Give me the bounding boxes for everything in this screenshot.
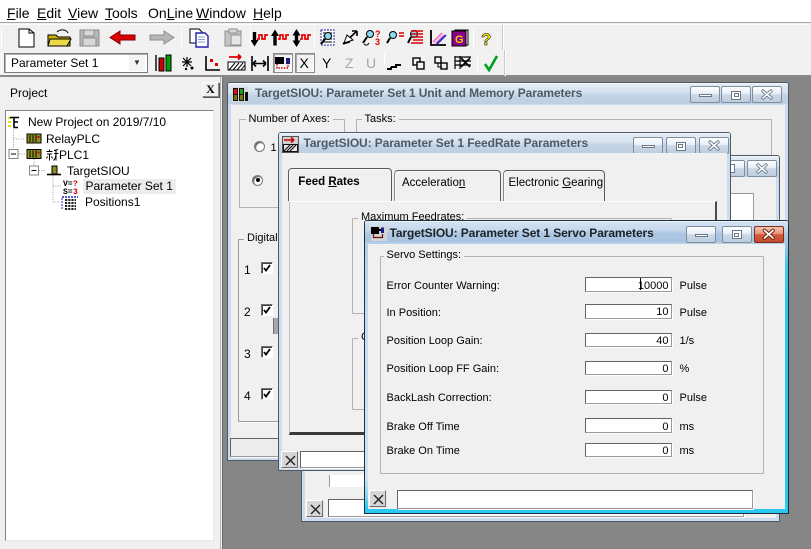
svg-text:Y: Y: [322, 55, 332, 71]
svg-text:Z: Z: [345, 55, 354, 71]
svg-text:X: X: [300, 55, 310, 71]
svg-text:3: 3: [375, 37, 380, 47]
svg-text:S=: S=: [63, 188, 73, 197]
svg-text:3: 3: [73, 188, 78, 197]
svg-text:U: U: [366, 55, 376, 71]
svg-text:?: ?: [481, 30, 491, 49]
svg-text:G: G: [455, 34, 464, 46]
